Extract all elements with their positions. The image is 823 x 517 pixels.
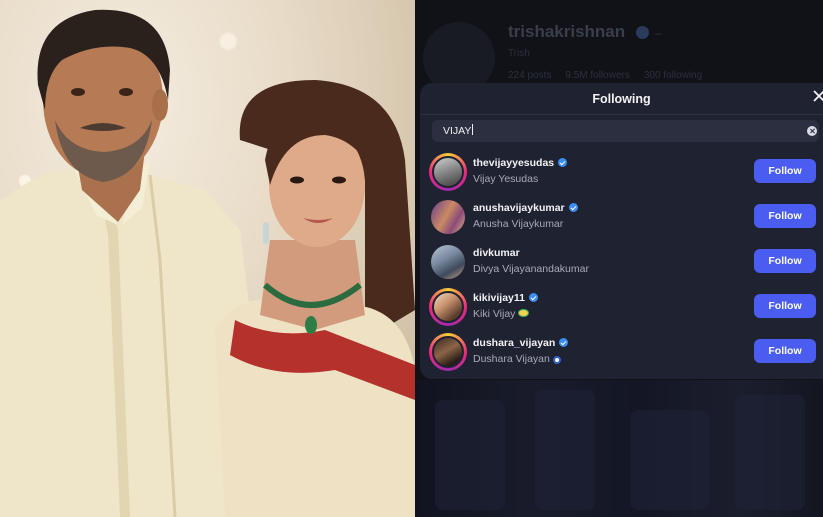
username[interactable]: dushara_vijayan	[473, 337, 569, 349]
blue-ring-icon	[552, 356, 561, 364]
story-ring	[429, 198, 467, 236]
search-value: VIJAY	[443, 124, 474, 137]
username[interactable]: anushavijaykumar	[473, 202, 578, 214]
username[interactable]: divkumar	[473, 247, 520, 259]
story-ring	[429, 333, 467, 371]
list-item[interactable]: thevijayyesudas Vijay Yesudas Follow	[420, 150, 823, 194]
story-ring	[429, 243, 467, 281]
verified-icon	[568, 203, 578, 212]
profile-stats: 224 posts 9.5M followers 300 following	[508, 70, 702, 81]
posts-count: 224 posts	[508, 70, 552, 81]
profile-posts-grid	[415, 380, 823, 517]
follow-button[interactable]: Follow	[754, 249, 816, 273]
avatar[interactable]	[431, 200, 465, 234]
couple-photo	[0, 0, 415, 517]
verified-icon	[528, 293, 538, 302]
list-item[interactable]: divkumar Divya Vijayanandakumar Follow	[420, 240, 823, 284]
avatar[interactable]	[432, 336, 464, 368]
followers-count: 9.5M followers	[565, 70, 630, 81]
close-icon[interactable]	[812, 89, 823, 103]
instagram-screen: trishakrishnan – Trish 224 posts 9.5M fo…	[415, 0, 823, 517]
full-name: Vijay Yesudas	[473, 173, 539, 185]
profile-display-name: Trish	[508, 48, 530, 59]
story-ring	[429, 288, 467, 326]
follow-button[interactable]: Follow	[754, 339, 816, 363]
username[interactable]: thevijayyesudas	[473, 157, 568, 169]
verified-icon	[559, 338, 569, 347]
list-item[interactable]: anushavijaykumar Anusha Vijaykumar Follo…	[420, 195, 823, 239]
full-name: Kiki Vijay	[473, 308, 530, 320]
following-count: 300 following	[643, 70, 703, 81]
search-input[interactable]: VIJAY	[432, 120, 819, 142]
following-modal: Following VIJAY thevijayyesudas Vijay Ye…	[420, 83, 823, 379]
follow-button[interactable]: Follow	[754, 204, 816, 228]
profile-verified-icon	[636, 26, 649, 39]
clear-search-icon[interactable]	[807, 126, 817, 136]
woman-figure	[215, 80, 415, 517]
story-ring	[429, 153, 467, 191]
profile-more-icon: –	[655, 26, 662, 40]
full-name: Divya Vijayanandakumar	[473, 263, 589, 275]
avatar[interactable]	[432, 156, 464, 188]
verified-icon	[558, 158, 568, 167]
list-item[interactable]: dushara_vijayan Dushara Vijayan Follow	[420, 330, 823, 374]
username[interactable]: kikivijay11	[473, 292, 538, 304]
full-name: Anusha Vijaykumar	[473, 218, 564, 230]
full-name: Dushara Vijayan	[473, 353, 561, 365]
profile-username: trishakrishnan	[508, 22, 626, 41]
list-item[interactable]: kikivijay11 Kiki Vijay Follow	[420, 285, 823, 329]
modal-title: Following	[592, 92, 651, 106]
gold-circle-icon	[518, 309, 530, 317]
follow-button[interactable]: Follow	[754, 159, 816, 183]
follow-button[interactable]: Follow	[754, 294, 816, 318]
divider	[420, 114, 823, 115]
avatar[interactable]	[431, 245, 465, 279]
avatar[interactable]	[432, 291, 464, 323]
